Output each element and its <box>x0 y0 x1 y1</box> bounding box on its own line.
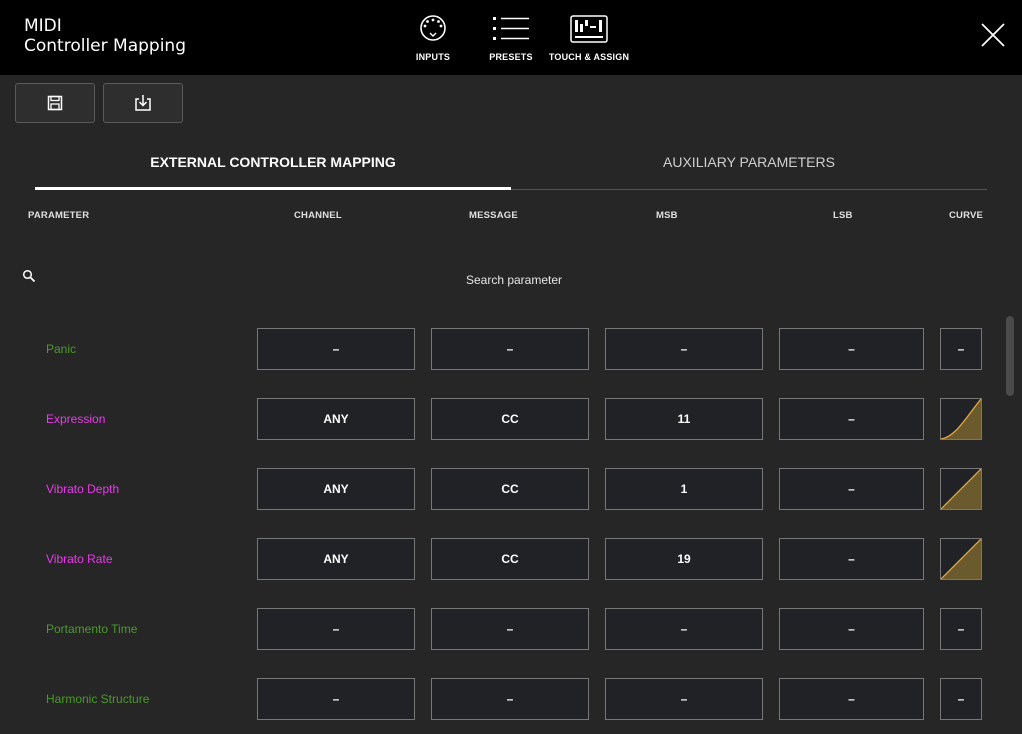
lsb-field[interactable]: – <box>779 608 924 650</box>
lsb-field[interactable]: – <box>779 468 924 510</box>
column-header-curve: CURVE <box>949 210 984 221</box>
column-header-message: MESSAGE <box>469 210 518 221</box>
curve-field[interactable]: – <box>940 608 982 650</box>
import-button[interactable] <box>103 83 183 123</box>
parameter-name[interactable]: Harmonic Structure <box>46 692 149 706</box>
channel-field[interactable]: – <box>257 328 415 370</box>
msb-field[interactable]: 19 <box>605 538 763 580</box>
curve-field[interactable] <box>940 538 982 580</box>
nav-touch-assign[interactable]: TOUCH & ASSIGN <box>544 14 634 62</box>
table-row: Portamento Time – – – – – <box>0 608 990 650</box>
tab-auxiliary-parameters[interactable]: AUXILIARY PARAMETERS <box>511 150 987 190</box>
title-line-2: Controller Mapping <box>24 36 186 56</box>
curve-field[interactable]: – <box>940 328 982 370</box>
nav-presets-label: PRESETS <box>489 52 533 62</box>
parameter-name[interactable]: Portamento Time <box>46 622 137 636</box>
table-row: Panic – – – – – <box>0 328 990 370</box>
column-header-msb: MSB <box>656 210 678 221</box>
scrollbar-thumb[interactable] <box>1006 316 1014 396</box>
parameter-name[interactable]: Vibrato Depth <box>46 482 119 496</box>
message-field[interactable]: CC <box>431 538 589 580</box>
nav-inputs-label: INPUTS <box>415 52 451 62</box>
channel-field[interactable]: ANY <box>257 468 415 510</box>
msb-field[interactable]: 1 <box>605 468 763 510</box>
column-header-channel: CHANNEL <box>294 210 342 221</box>
lsb-field[interactable]: – <box>779 398 924 440</box>
nav-presets[interactable]: PRESETS <box>466 14 556 62</box>
header-bar: MIDI Controller Mapping INPUTS PRESETS T… <box>0 0 1022 75</box>
nav-inputs[interactable]: INPUTS <box>388 14 478 62</box>
curve-field[interactable] <box>940 398 982 440</box>
channel-field[interactable]: – <box>257 678 415 720</box>
message-field[interactable]: CC <box>431 398 589 440</box>
title-line-1: MIDI <box>24 16 62 36</box>
channel-field[interactable]: – <box>257 608 415 650</box>
msb-field[interactable]: – <box>605 328 763 370</box>
message-field[interactable]: – <box>431 678 589 720</box>
table-row: Expression ANY CC 11– <box>0 398 990 440</box>
curve-graph-icon <box>941 469 981 509</box>
lsb-field[interactable]: – <box>779 328 924 370</box>
parameter-name[interactable]: Expression <box>46 412 105 426</box>
page-title: MIDI Controller Mapping <box>24 16 186 56</box>
search-icon <box>22 269 36 283</box>
curve-graph-icon <box>941 399 981 439</box>
close-icon[interactable] <box>980 22 1006 48</box>
msb-field[interactable]: – <box>605 678 763 720</box>
controller-icon <box>570 15 608 43</box>
curve-field[interactable] <box>940 468 982 510</box>
msb-field[interactable]: – <box>605 608 763 650</box>
nav-touch-assign-label: TOUCH & ASSIGN <box>548 52 630 62</box>
save-icon <box>47 95 63 111</box>
channel-field[interactable]: ANY <box>257 538 415 580</box>
table-row: Vibrato Rate ANY CC 19– <box>0 538 990 580</box>
curve-field[interactable]: – <box>940 678 982 720</box>
tab-external-controller-mapping[interactable]: EXTERNAL CONTROLLER MAPPING <box>35 150 511 190</box>
channel-field[interactable]: ANY <box>257 398 415 440</box>
msb-field[interactable]: 11 <box>605 398 763 440</box>
curve-graph-icon <box>941 539 981 579</box>
message-field[interactable]: CC <box>431 468 589 510</box>
midi-din-icon <box>420 15 446 41</box>
column-header-parameter: PARAMETER <box>28 210 90 221</box>
message-field[interactable]: – <box>431 328 589 370</box>
import-icon <box>135 95 151 111</box>
save-button[interactable] <box>15 83 95 123</box>
message-field[interactable]: – <box>431 608 589 650</box>
lsb-field[interactable]: – <box>779 538 924 580</box>
table-row: Vibrato Depth ANY CC 1– <box>0 468 990 510</box>
lsb-field[interactable]: – <box>779 678 924 720</box>
table-row: Harmonic Structure – – – – – <box>0 678 990 720</box>
parameter-name[interactable]: Vibrato Rate <box>46 552 113 566</box>
list-icon <box>493 17 529 40</box>
search-input[interactable] <box>260 270 768 290</box>
parameter-name[interactable]: Panic <box>46 342 76 356</box>
column-header-lsb: LSB <box>833 210 853 221</box>
